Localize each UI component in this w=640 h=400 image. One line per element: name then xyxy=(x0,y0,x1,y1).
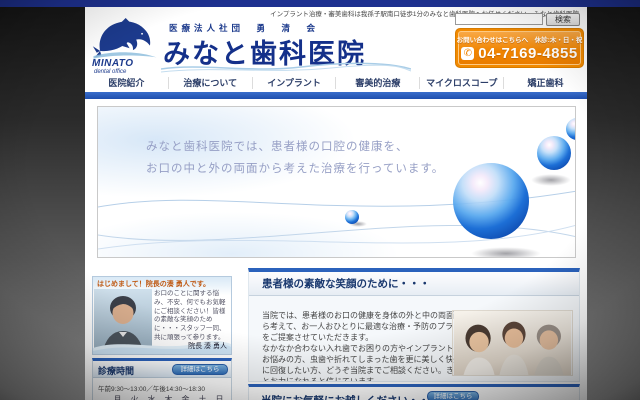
search-input[interactable] xyxy=(455,13,543,25)
phone-row: ✆ 04-7169-4855 xyxy=(461,45,577,62)
nav-underline-bar xyxy=(85,92,587,99)
day-sat: 土 xyxy=(198,395,207,400)
decoration-sphere-tiny xyxy=(345,210,359,224)
phone-contact-button[interactable]: お問い合わせはこちらへ 休診:木・日・祝 ✆ 04-7169-4855 xyxy=(455,28,584,68)
director-signature: 院長 湊 勇人 xyxy=(188,343,227,350)
day-sun: 日 xyxy=(215,395,224,400)
hours-schedule-text: 午前9:30～13:00／午後14:30～18:30 xyxy=(98,386,205,393)
day-thu: 木 xyxy=(164,395,173,400)
hero-banner: みなと歯科医院では、患者様の口腔の健康を、 お口の中と外の両面から考えた治療を行… xyxy=(97,106,576,258)
decoration-sphere-medium xyxy=(537,136,571,170)
nav-item-orthodontics[interactable]: 矯正歯科 xyxy=(503,77,587,89)
dolphin-icon xyxy=(92,18,157,59)
top-accent-bar xyxy=(0,0,640,7)
decoration-sphere-large xyxy=(453,163,529,239)
director-greeting-title: はじめまして！院長の湊 勇人です。 xyxy=(97,281,211,288)
smile-section-header: 患者様の素敵な笑顔のために・・・ xyxy=(249,272,579,296)
day-fri: 金 xyxy=(181,395,190,400)
phone-note: お問い合わせはこちらへ 休診:木・日・祝 xyxy=(456,37,583,44)
phone-button-inner: お問い合わせはこちらへ 休診:木・日・祝 ✆ 04-7169-4855 xyxy=(456,31,583,65)
visit-detail-button[interactable]: 詳細はこちら xyxy=(427,391,479,400)
wave-decoration xyxy=(161,62,411,73)
day-tue: 火 xyxy=(130,395,139,400)
smiling-patients-photo xyxy=(452,310,573,376)
clinic-hours-box: 診療時間 詳細はこちら 午前9:30～13:00／午後14:30～18:30 月… xyxy=(92,358,232,400)
nav-item-cosmetic[interactable]: 審美的治療 xyxy=(335,77,419,89)
nav-item-microscope[interactable]: マイクロスコープ xyxy=(419,77,503,89)
clinic-hours-title: 診療時間 xyxy=(98,366,135,376)
sphere-shadow xyxy=(531,174,571,186)
smile-section-body: 当院では、患者様のお口の健康を身体の外と中の両面から考えて、お一人おひとりに最適… xyxy=(262,310,464,382)
search-button[interactable]: 検索 xyxy=(546,13,580,26)
clinic-hours-header: 診療時間 詳細はこちら xyxy=(93,361,231,378)
day-mon: 月 xyxy=(113,395,122,400)
visit-section-title: 当院にお気軽にお越しください・・・ xyxy=(261,393,440,400)
hero-line1: みなと歯科医院では、患者様の口腔の健康を、 xyxy=(146,141,409,153)
clinic-logo[interactable]: MINATO dental office xyxy=(88,18,166,76)
day-wed: 水 xyxy=(147,395,156,400)
phone-number: 04-7169-4855 xyxy=(478,45,578,62)
nav-item-treatment[interactable]: 治療について xyxy=(167,77,252,89)
smile-section: 患者様の素敵な笑顔のために・・・ 当院では、患者様のお口の健康を身体の外と中の両… xyxy=(248,268,580,382)
hero-message: みなと歯科医院では、患者様の口腔の健康を、 お口の中と外の両面から考えた治療を行… xyxy=(146,136,444,180)
director-message: お口のことに関する悩み、不安、何でもお気軽にご相談ください！皆様の素敵な笑顔のた… xyxy=(154,290,226,341)
hours-days-row: 月 火 水 木 金 土 日 xyxy=(109,394,228,400)
nav-item-about[interactable]: 医院紹介 xyxy=(85,77,168,89)
smile-paragraph-2: なかなか合わない入れ歯でお困りの方やインプラントでお悩みの方、虫歯や折れてしまっ… xyxy=(262,344,462,382)
main-navigation: 医院紹介 治療について インプラント 審美的治療 マイクロスコープ 矯正歯科 xyxy=(85,74,587,92)
director-greeting-box: はじめまして！院長の湊 勇人です。 お口のことに関する悩み、不安、何でもお気軽に… xyxy=(92,276,232,355)
page-body: インプラント治療・審美歯科は我孫子駅南口徒歩1分のみなと歯科医院へお任せください… xyxy=(85,7,587,400)
hours-detail-button[interactable]: 詳細はこちら xyxy=(172,364,228,375)
website-screenshot: インプラント治療・審美歯科は我孫子駅南口徒歩1分のみなと歯科医院へお任せください… xyxy=(0,0,640,400)
smile-section-title: 患者様の素敵な笑顔のために・・・ xyxy=(262,278,430,290)
smile-paragraph-1: 当院では、患者様のお口の健康を身体の外と中の両面から考えて、お一人おひとりに最適… xyxy=(262,311,462,342)
nav-item-implant[interactable]: インプラント xyxy=(251,77,336,89)
visit-section: 当院にお気軽にお越しください・・・ 詳細はこちら xyxy=(248,384,580,400)
hero-line2: お口の中と外の両面から考えた治療を行っています。 xyxy=(146,163,445,175)
sphere-shadow xyxy=(471,247,541,257)
phone-icon: ✆ xyxy=(461,47,475,60)
logo-minato-text: MINATO xyxy=(92,58,134,69)
